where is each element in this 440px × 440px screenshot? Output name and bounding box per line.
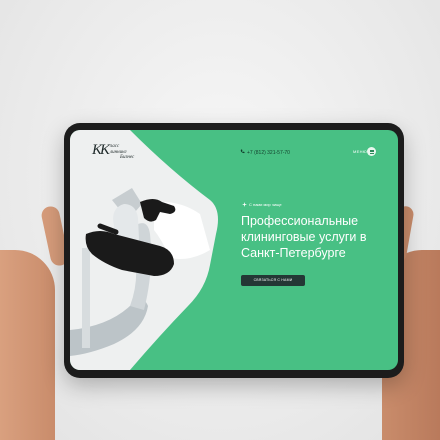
contact-us-button[interactable]: СВЯЗАТЬСЯ С НАМИ bbox=[241, 275, 305, 286]
hero-headline: Профессиональные клининговые услуги в Са… bbox=[241, 214, 367, 260]
brand-logo[interactable]: КК ласс линнинг Бизнес bbox=[92, 142, 152, 168]
phone-number: +7 (812) 321-57-70 bbox=[247, 150, 290, 156]
phone-icon bbox=[240, 149, 245, 154]
tagline-text: С нами мир чище bbox=[249, 202, 282, 207]
left-hand bbox=[0, 250, 55, 440]
logo-wordmark: ласс линнинг Бизнес bbox=[110, 144, 134, 161]
tablet-screen: КК ласс линнинг Бизнес +7 (812) 321-57-7… bbox=[70, 130, 398, 370]
sparkle-icon bbox=[242, 202, 247, 208]
hero-tagline: С нами мир чище bbox=[242, 202, 282, 208]
logo-line-3: Бизнес bbox=[120, 155, 135, 160]
logo-mark: КК bbox=[92, 142, 110, 158]
phone-link[interactable]: +7 (812) 321-57-70 bbox=[240, 149, 290, 156]
menu-button[interactable] bbox=[367, 147, 376, 156]
menu-label[interactable]: МЕНЮ bbox=[353, 149, 367, 154]
